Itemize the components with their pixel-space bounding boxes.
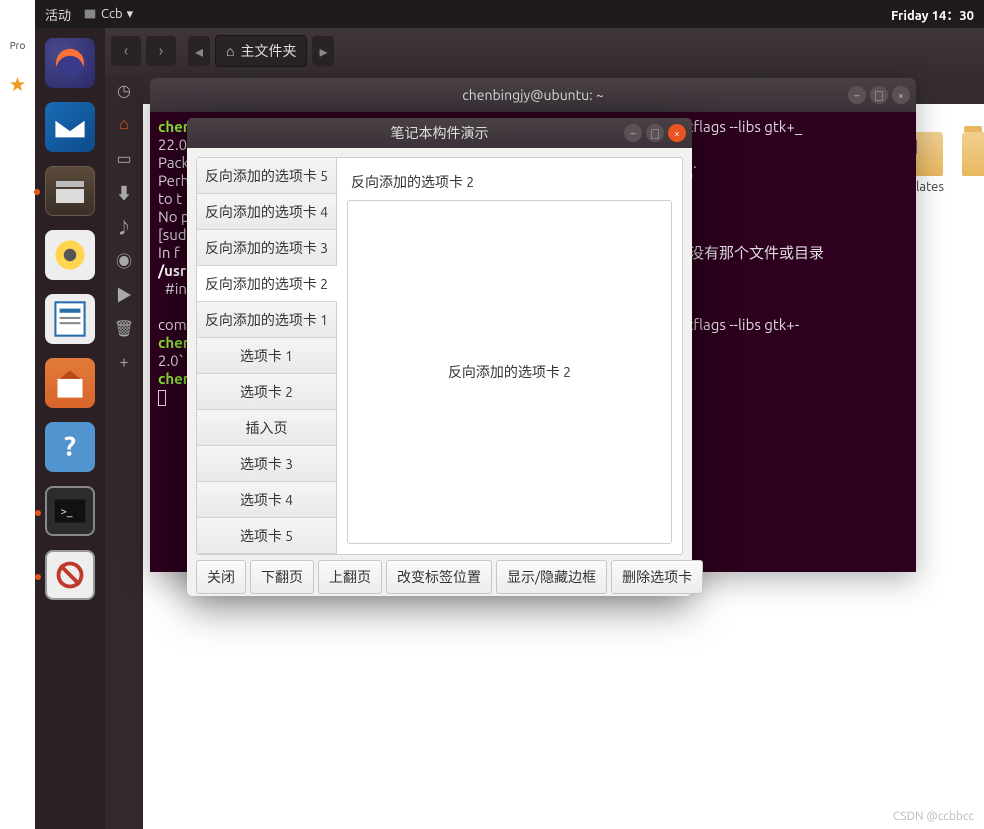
browser-sidebar: Pro ★ <box>0 0 35 829</box>
pictures-icon[interactable]: ◉ <box>114 250 134 270</box>
close-button[interactable]: × <box>892 86 910 104</box>
music-icon[interactable]: ♪ <box>114 216 134 236</box>
files-dock-icon[interactable] <box>45 166 95 216</box>
running-indicator-icon <box>34 189 40 195</box>
notebook-tab[interactable]: 反向添加的选项卡 4 <box>197 194 336 230</box>
notebook-tab[interactable]: 反向添加的选项卡 5 <box>197 158 336 194</box>
gnome-topbar: 活动 Ccb ▾ Friday 14：30 <box>35 0 984 28</box>
notebook-tab[interactable]: 选项卡 4 <box>197 482 336 518</box>
activities-button[interactable]: 活动 <box>45 5 71 24</box>
watermark: CSDN @ccbbcc <box>893 810 974 823</box>
svg-text:>_: >_ <box>60 505 72 518</box>
maximize-button[interactable]: □ <box>646 124 664 142</box>
videos-icon[interactable]: ▶ <box>114 284 134 304</box>
forward-button[interactable]: › <box>146 36 176 66</box>
gtk-button[interactable]: 显示/隐藏边框 <box>496 560 607 594</box>
gtk-notebook: 反向添加的选项卡 5反向添加的选项卡 4反向添加的选项卡 3反向添加的选项卡 2… <box>196 157 683 555</box>
gtk-demo-window: 笔记本构件演示 – □ × 反向添加的选项卡 5反向添加的选项卡 4反向添加的选… <box>187 118 692 596</box>
trash-icon[interactable]: 🗑 <box>114 318 134 338</box>
gtk-button[interactable]: 下翻页 <box>250 560 314 594</box>
gtk-button[interactable]: 上翻页 <box>318 560 382 594</box>
star-icon: ★ <box>9 71 25 95</box>
software-icon[interactable] <box>45 358 95 408</box>
maximize-button[interactable]: □ <box>870 86 888 104</box>
app-icon <box>83 7 97 21</box>
notebook-tab[interactable]: 选项卡 3 <box>197 446 336 482</box>
gtk-button[interactable]: 删除选项卡 <box>611 560 703 594</box>
terminal-title: chenbingjy@ubuntu: ~ <box>462 87 603 103</box>
terminal-titlebar[interactable]: chenbingjy@ubuntu: ~ – □ × <box>150 78 916 112</box>
files-sidebar: ◷ ⌂ ▭ ⬇ ♪ ◉ ▶ 🗑 + <box>105 74 143 829</box>
svg-text:?: ? <box>64 431 76 461</box>
notebook-tab[interactable]: 选项卡 2 <box>197 374 336 410</box>
rhythmbox-icon[interactable] <box>45 230 95 280</box>
notebook-tab[interactable]: 反向添加的选项卡 1 <box>197 302 336 338</box>
help-icon[interactable]: ? <box>45 422 95 472</box>
crumb-next-button[interactable]: ▸ <box>312 36 334 66</box>
running-indicator-icon <box>35 510 41 516</box>
recent-icon[interactable]: ◷ <box>114 80 134 100</box>
files-headerbar: ‹ › ◂ ⌂ 主文件夹 ▸ <box>105 28 984 74</box>
notebook-page: 反向添加的选项卡 2 反向添加的选项卡 2 <box>337 158 682 554</box>
page-header-label: 反向添加的选项卡 2 <box>347 168 672 196</box>
gtk-body: 反向添加的选项卡 5反向添加的选项卡 4反向添加的选项卡 3反向添加的选项卡 2… <box>187 148 692 596</box>
notebook-tabs: 反向添加的选项卡 5反向添加的选项卡 4反向添加的选项卡 3反向添加的选项卡 2… <box>197 158 337 554</box>
downloads-icon[interactable]: ⬇ <box>114 182 134 202</box>
close-button[interactable]: × <box>668 124 686 142</box>
screenshot-dock-icon[interactable] <box>45 550 95 600</box>
page-content-frame: 反向添加的选项卡 2 <box>347 200 672 544</box>
window-controls: – □ × <box>624 124 686 142</box>
notebook-tab[interactable]: 插入页 <box>197 410 336 446</box>
back-button[interactable]: ‹ <box>111 36 141 66</box>
notebook-tab[interactable]: 选项卡 5 <box>197 518 336 554</box>
writer-icon[interactable] <box>45 294 95 344</box>
chevron-down-icon: ▾ <box>127 7 134 22</box>
other-locations-icon[interactable]: + <box>114 352 134 372</box>
minimize-button[interactable]: – <box>848 86 866 104</box>
breadcrumb[interactable]: ⌂ 主文件夹 <box>215 35 307 67</box>
clock[interactable]: Friday 14：30 <box>891 5 974 24</box>
button-row: 关闭下翻页上翻页改变标签位置显示/隐藏边框删除选项卡 <box>196 560 683 594</box>
folder-videos[interactable]: V <box>962 132 984 194</box>
gtk-button[interactable]: 关闭 <box>196 560 246 594</box>
home-icon: ⌂ <box>226 43 234 59</box>
terminal-cursor <box>158 390 166 406</box>
home-icon[interactable]: ⌂ <box>114 114 134 134</box>
terminal-dock-icon[interactable]: >_ <box>45 486 95 536</box>
crumb-prev-button[interactable]: ◂ <box>188 36 210 66</box>
desktop-icon[interactable]: ▭ <box>114 148 134 168</box>
firefox-icon[interactable] <box>45 38 95 88</box>
pro-label: Pro <box>10 40 26 51</box>
ubuntu-desktop: 活动 Ccb ▾ Friday 14：30 ? >_ ‹ › ◂ ⌂ 主文件夹 … <box>35 0 984 829</box>
page-content-label: 反向添加的选项卡 2 <box>448 362 571 382</box>
notebook-tab[interactable]: 反向添加的选项卡 2 <box>197 266 337 302</box>
notebook-tab[interactable]: 反向添加的选项卡 3 <box>197 230 336 266</box>
gtk-titlebar[interactable]: 笔记本构件演示 – □ × <box>187 118 692 148</box>
thunderbird-icon[interactable] <box>45 102 95 152</box>
ubuntu-dock: ? >_ <box>35 28 105 829</box>
folder-icon <box>962 132 984 176</box>
gtk-window-title: 笔记本构件演示 <box>391 123 489 143</box>
window-controls: – □ × <box>848 86 910 104</box>
running-indicator-icon <box>35 574 41 580</box>
notebook-tab[interactable]: 选项卡 1 <box>197 338 336 374</box>
minimize-button[interactable]: – <box>624 124 642 142</box>
gtk-button[interactable]: 改变标签位置 <box>386 560 492 594</box>
app-menu[interactable]: Ccb ▾ <box>83 7 133 22</box>
crumb-label: 主文件夹 <box>240 41 296 61</box>
